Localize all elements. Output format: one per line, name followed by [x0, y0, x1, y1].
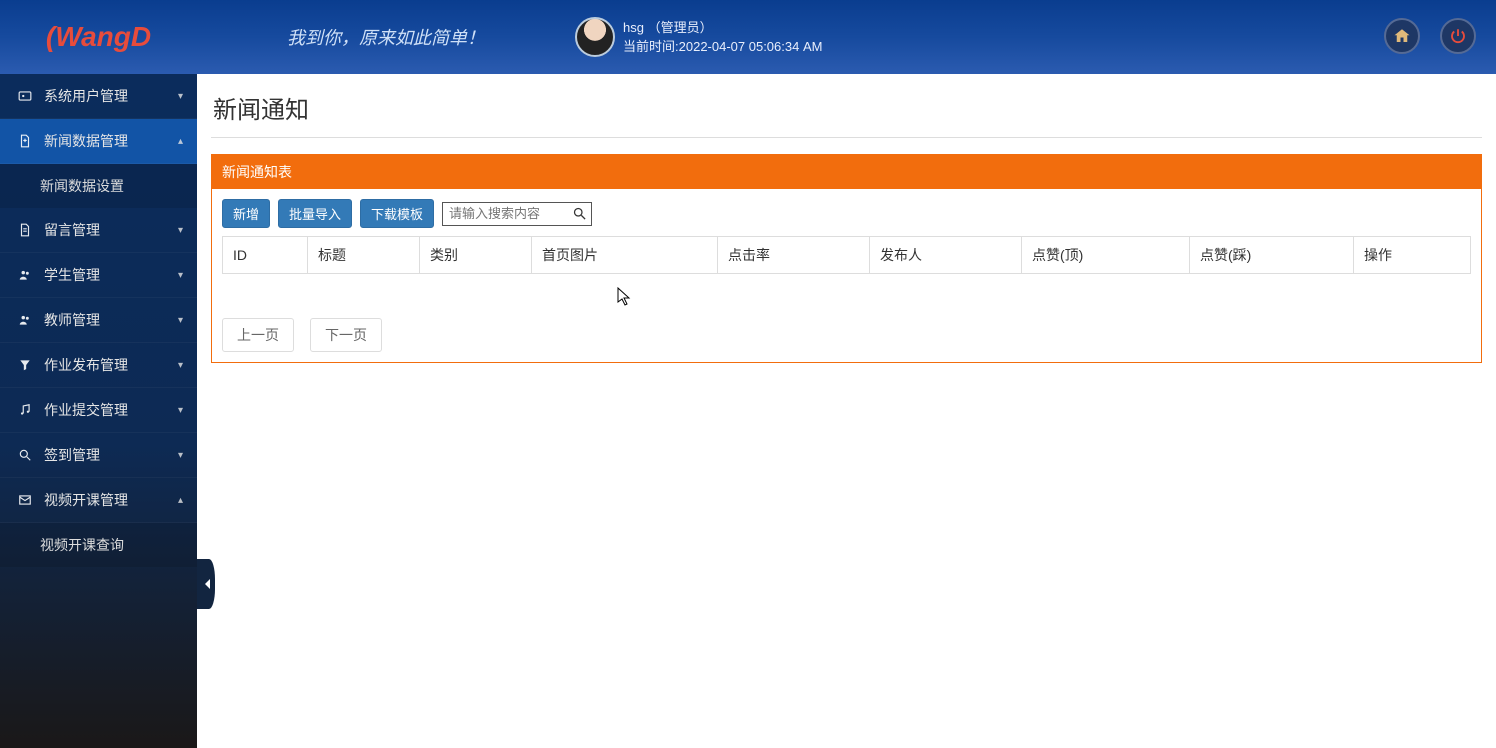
sidebar-item-label: 教师管理 [44, 310, 100, 330]
sidebar: 系统用户管理▾新闻数据管理▴新闻数据设置留言管理▾学生管理▾教师管理▾作业发布管… [0, 74, 197, 748]
sidebar-item-0[interactable]: 系统用户管理 ▾ [0, 74, 197, 119]
sidebar-item-3[interactable]: 学生管理 ▾ [0, 253, 197, 298]
search-box [442, 202, 592, 226]
chevron-icon: ▾ [178, 315, 183, 326]
page-title: 新闻通知 [213, 90, 1482, 125]
power-button[interactable] [1440, 18, 1476, 54]
sidebar-item-6[interactable]: 作业提交管理 ▾ [0, 388, 197, 433]
user-role: （管理员） [648, 20, 713, 35]
users-icon [18, 268, 34, 282]
user-name: hsg [623, 20, 644, 35]
next-page-button[interactable]: 下一页 [310, 318, 382, 352]
logo: (WangD [0, 21, 197, 53]
panel-body: 新增 批量导入 下载模板 ID标题类别首页图片点击率发布人点赞(顶)点赞(踩)操… [212, 189, 1481, 362]
home-button[interactable] [1384, 18, 1420, 54]
pagination: 上一页 下一页 [222, 318, 1471, 352]
panel-header: 新闻通知表 [212, 155, 1481, 189]
sidebar-item-label: 系统用户管理 [44, 86, 128, 106]
chevron-icon: ▾ [178, 91, 183, 102]
sidebar-subitem-8-0[interactable]: 视频开课查询 [0, 523, 197, 567]
divider [211, 137, 1482, 138]
chevron-icon: ▾ [178, 360, 183, 371]
time-value: 2022-04-07 05:06:34 AM [679, 39, 823, 54]
col-7: 点赞(踩) [1190, 237, 1354, 274]
filter-icon [18, 358, 34, 372]
avatar[interactable] [575, 17, 615, 57]
col-3: 首页图片 [532, 237, 718, 274]
add-button[interactable]: 新增 [222, 199, 270, 228]
panel: 新闻通知表 新增 批量导入 下载模板 ID标题类别首页图片点击率发布人点赞(顶)… [211, 154, 1482, 363]
data-table: ID标题类别首页图片点击率发布人点赞(顶)点赞(踩)操作 [222, 236, 1471, 274]
sidebar-item-label: 新闻数据管理 [44, 131, 128, 151]
users-icon [18, 313, 34, 327]
user-block: hsg （管理员） 当前时间:2022-04-07 05:06:34 AM [575, 17, 822, 57]
logo-d: D [131, 21, 151, 52]
search-input[interactable] [442, 202, 592, 226]
tagline: 我到你，原来如此简单！ [287, 24, 485, 50]
sidebar-item-1[interactable]: 新闻数据管理 ▴ [0, 119, 197, 164]
toolbar: 新增 批量导入 下载模板 [222, 199, 1471, 228]
main-content: 新闻通知 新闻通知表 新增 批量导入 下载模板 ID标题类别首页图片点击率发布人… [197, 74, 1496, 748]
sidebar-item-label: 签到管理 [44, 445, 100, 465]
sidebar-item-8[interactable]: 视频开课管理 ▴ [0, 478, 197, 523]
col-8: 操作 [1354, 237, 1471, 274]
search-icon [18, 448, 34, 462]
col-2: 类别 [420, 237, 532, 274]
download-template-button[interactable]: 下载模板 [360, 199, 434, 228]
chevron-icon: ▾ [178, 450, 183, 461]
id-card-icon [18, 89, 34, 103]
sidebar-item-5[interactable]: 作业发布管理 ▾ [0, 343, 197, 388]
sidebar-item-label: 作业发布管理 [44, 355, 128, 375]
sidebar-item-2[interactable]: 留言管理 ▾ [0, 208, 197, 253]
prev-page-button[interactable]: 上一页 [222, 318, 294, 352]
sidebar-item-label: 作业提交管理 [44, 400, 128, 420]
sidebar-item-7[interactable]: 签到管理 ▾ [0, 433, 197, 478]
chevron-icon: ▾ [178, 225, 183, 236]
home-icon [1393, 27, 1411, 45]
col-6: 点赞(顶) [1022, 237, 1190, 274]
chevron-icon: ▾ [178, 270, 183, 281]
doc-icon [18, 223, 34, 237]
power-icon [1449, 27, 1467, 45]
mail-icon [18, 493, 34, 507]
chevron-icon: ▾ [178, 405, 183, 416]
header-actions [1384, 18, 1476, 54]
sidebar-item-label: 视频开课管理 [44, 490, 128, 510]
chevron-icon: ▴ [178, 495, 183, 506]
table-header-row: ID标题类别首页图片点击率发布人点赞(顶)点赞(踩)操作 [223, 237, 1471, 274]
app-header: (WangD 我到你，原来如此简单！ hsg （管理员） 当前时间:2022-0… [0, 0, 1496, 74]
col-1: 标题 [308, 237, 420, 274]
sidebar-item-label: 留言管理 [44, 220, 100, 240]
music-icon [18, 403, 34, 417]
time-prefix: 当前时间: [623, 39, 679, 54]
col-0: ID [223, 237, 308, 274]
sidebar-item-label: 学生管理 [44, 265, 100, 285]
file-icon [18, 134, 34, 148]
batch-import-button[interactable]: 批量导入 [278, 199, 352, 228]
col-4: 点击率 [718, 237, 870, 274]
sidebar-subitem-1-0[interactable]: 新闻数据设置 [0, 164, 197, 208]
sidebar-item-4[interactable]: 教师管理 ▾ [0, 298, 197, 343]
logo-arc: ( [46, 21, 55, 52]
col-5: 发布人 [870, 237, 1022, 274]
chevron-icon: ▴ [178, 136, 183, 147]
